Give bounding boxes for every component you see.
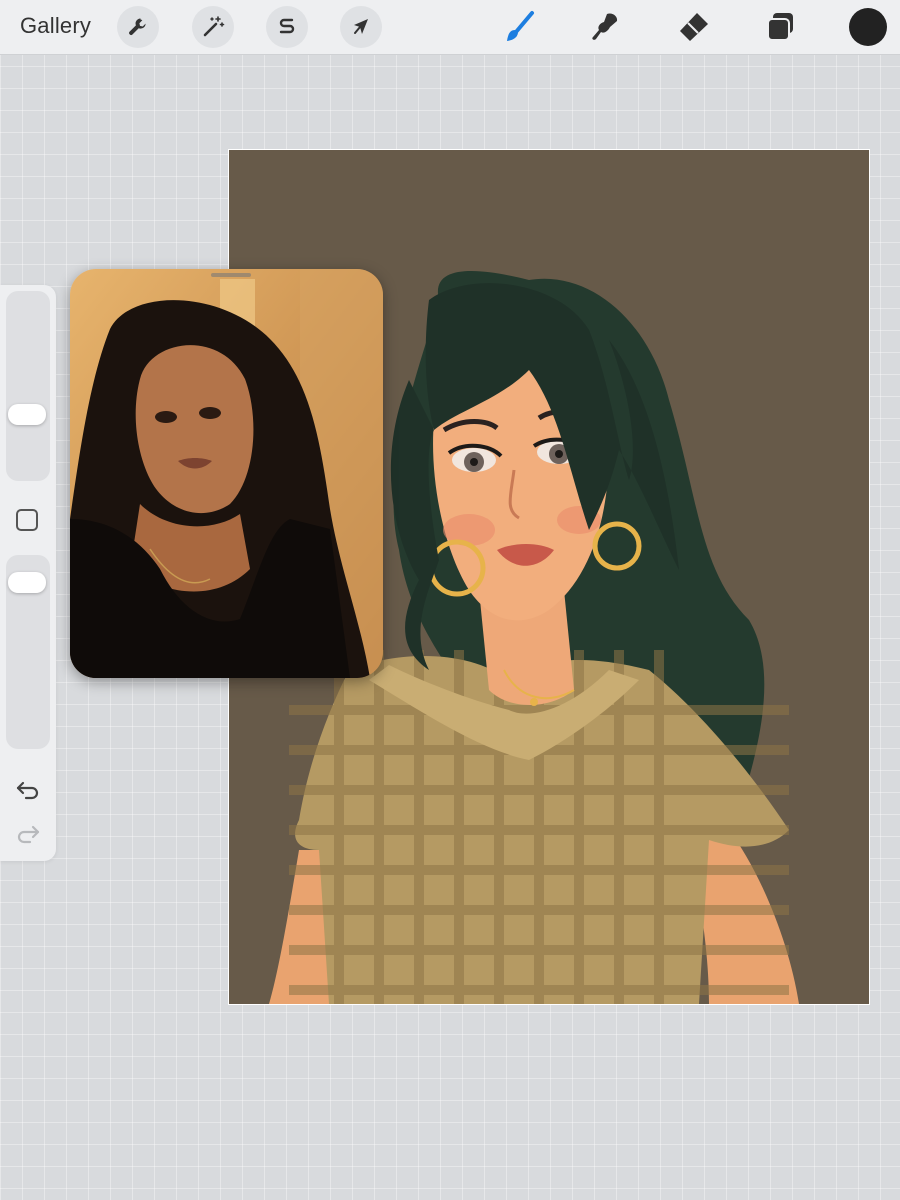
top-toolbar: Gallery: [0, 0, 900, 55]
selection-s-icon: [279, 18, 295, 34]
modify-button[interactable]: [16, 509, 38, 531]
arrow-cursor-icon: [354, 19, 368, 34]
layers-button[interactable]: [759, 6, 801, 48]
redo-icon[interactable]: [14, 819, 42, 847]
left-sidebar: [0, 285, 56, 861]
reference-photo: [70, 269, 383, 678]
opacity-thumb[interactable]: [8, 572, 46, 594]
gallery-button[interactable]: Gallery: [20, 13, 91, 39]
magic-wand-icon: [203, 16, 225, 37]
selection-button[interactable]: [266, 6, 308, 48]
actions-button[interactable]: [117, 6, 159, 48]
reference-window[interactable]: [70, 269, 383, 678]
smudge-icon: [592, 13, 618, 40]
brush-icon: [507, 11, 534, 41]
brush-size-slider[interactable]: [6, 291, 50, 481]
eraser-tool-button[interactable]: [672, 6, 714, 48]
reference-drag-handle[interactable]: [211, 273, 251, 277]
brush-size-thumb[interactable]: [8, 404, 46, 426]
color-picker-button[interactable]: [849, 8, 887, 46]
eraser-icon: [680, 13, 708, 41]
transform-button[interactable]: [340, 6, 382, 48]
opacity-slider[interactable]: [6, 555, 50, 749]
undo-icon[interactable]: [14, 775, 42, 803]
layers-icon: [767, 13, 793, 41]
wrench-icon: [129, 18, 146, 35]
smudge-tool-button[interactable]: [584, 6, 626, 48]
brush-tool-button[interactable]: [498, 6, 540, 48]
adjustments-button[interactable]: [192, 6, 234, 48]
